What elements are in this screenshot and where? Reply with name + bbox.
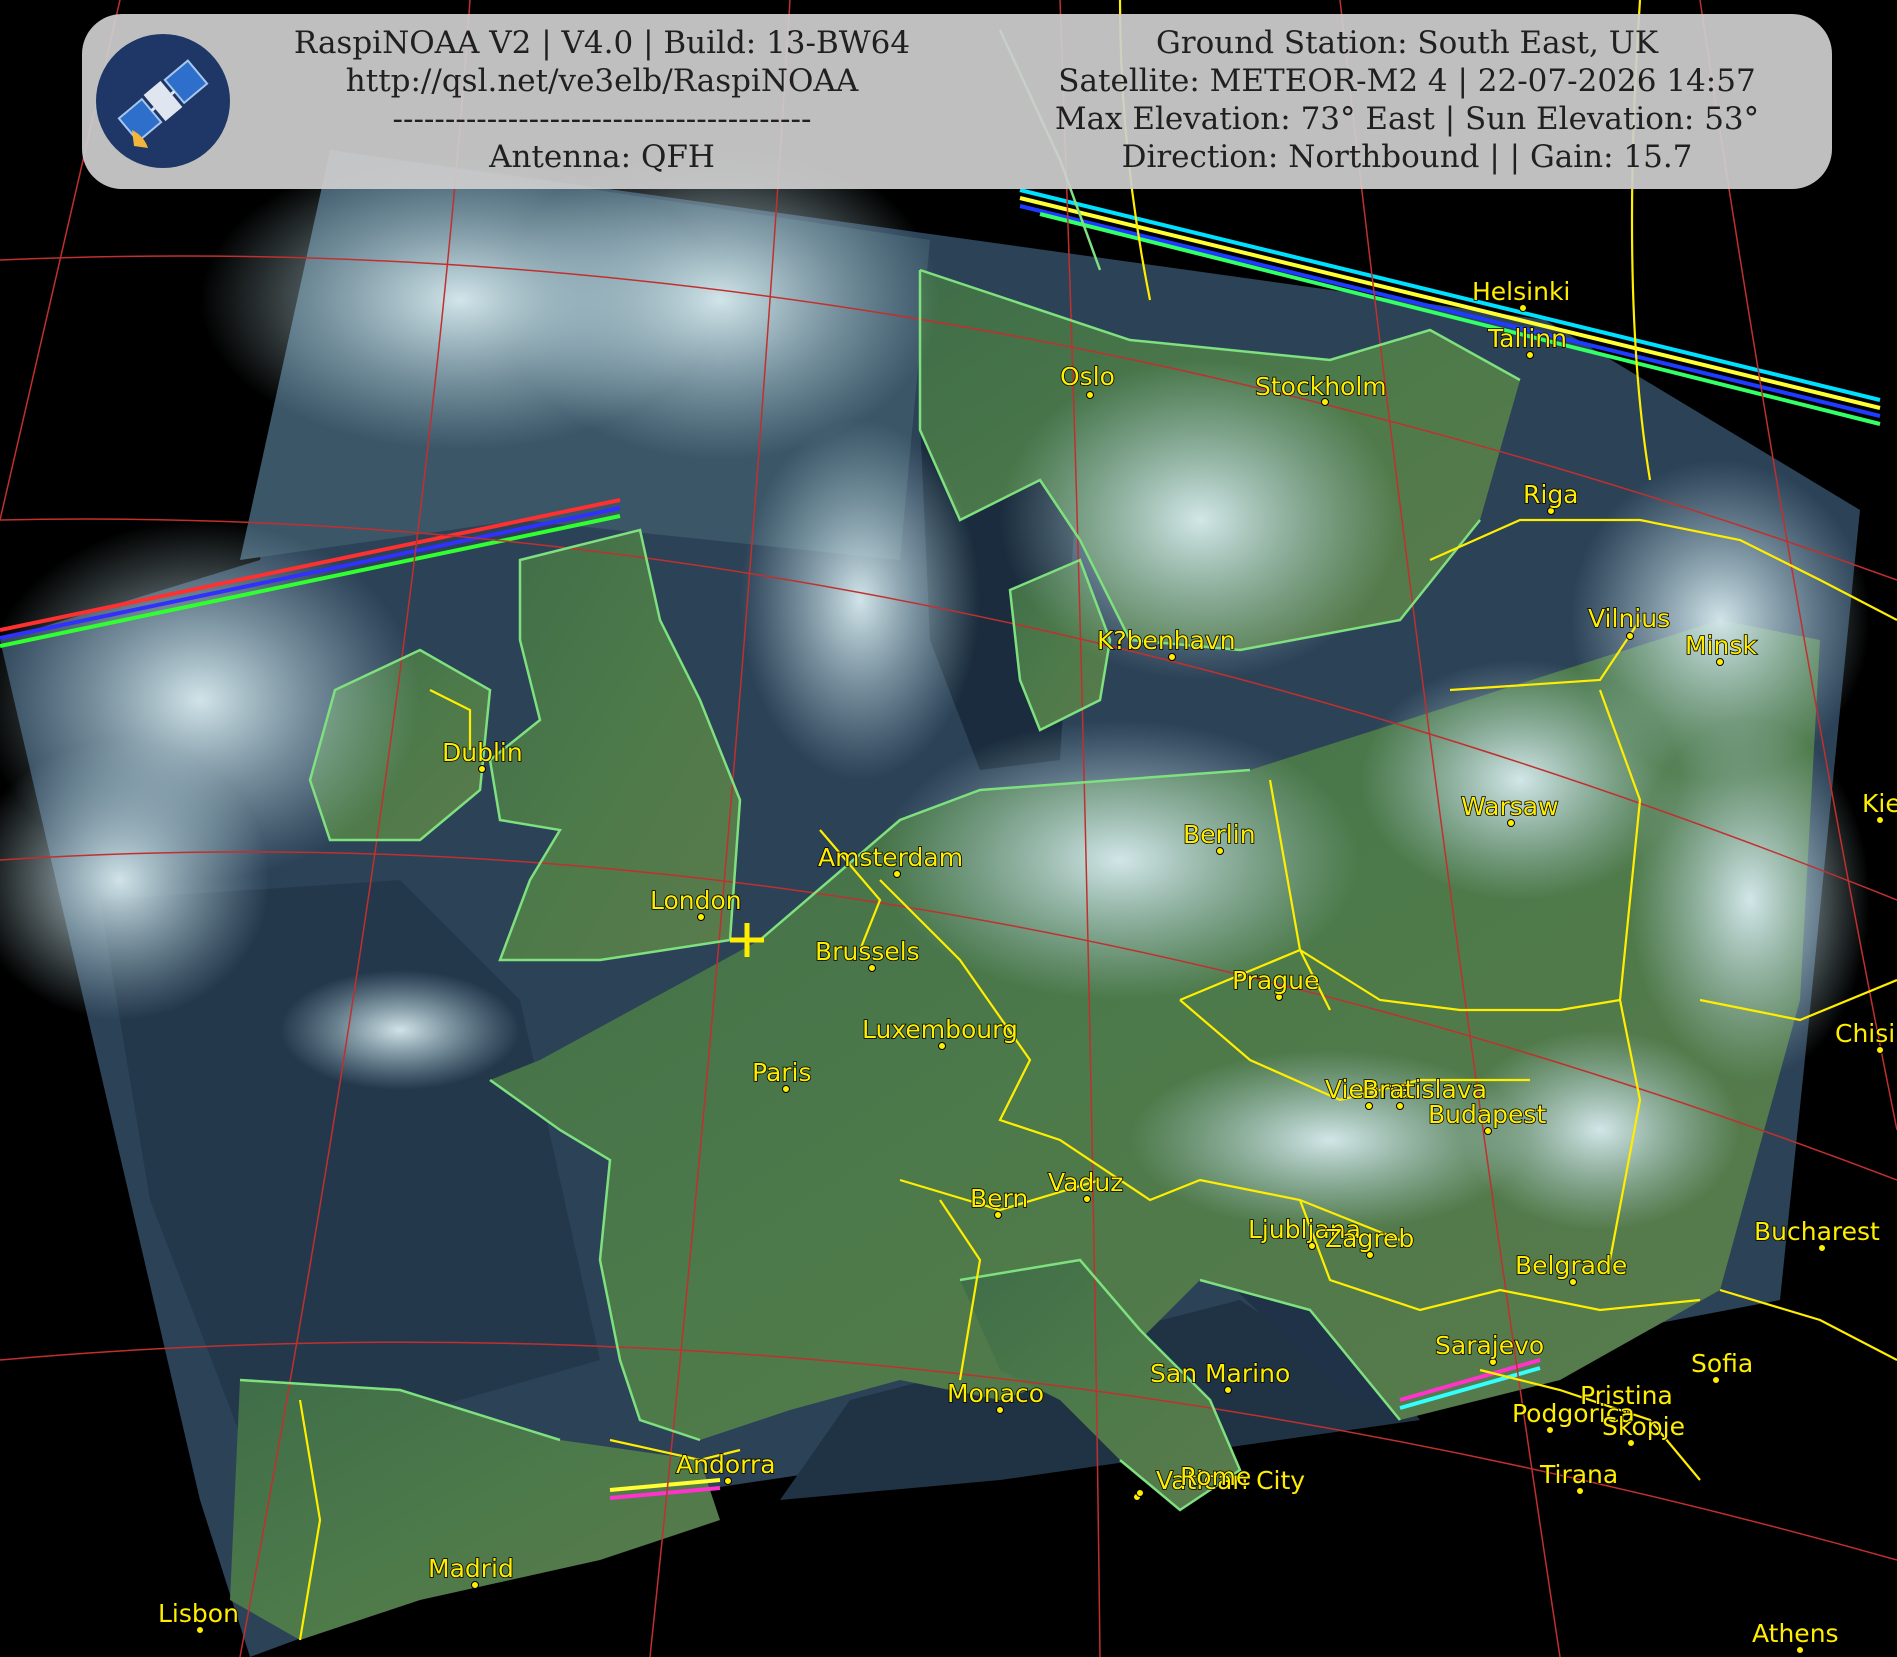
antenna-info: Antenna: QFH xyxy=(489,139,715,175)
city-label-kiev: Kiev xyxy=(1862,789,1897,818)
city-label-london: London xyxy=(650,886,742,915)
city-label-brussels: Brussels xyxy=(815,937,920,966)
city-label-vaduz: Vaduz xyxy=(1048,1168,1123,1197)
city-label-lisbon: Lisbon xyxy=(158,1599,239,1628)
city-dot-rome xyxy=(1136,1489,1144,1497)
city-dot-oslo xyxy=(1086,391,1094,399)
station-info-left: RaspiNOAA V2 | V4.0 | Build: 13-BW64 htt… xyxy=(262,24,942,176)
city-label-bern: Bern xyxy=(970,1184,1028,1213)
city-label-paris: Paris xyxy=(752,1058,812,1087)
city-label-riga: Riga xyxy=(1523,480,1579,509)
city-dot-vilnius xyxy=(1626,632,1634,640)
satellite-map: Oslo Stockholm Helsinki Tallinn Riga Vilnius M… xyxy=(0,0,1897,1657)
city-label-helsinki: Helsinki xyxy=(1472,277,1570,306)
city-label-luxembourg: Luxembourg xyxy=(862,1015,1018,1044)
info-banner: RaspiNOAA V2 | V4.0 | Build: 13-BW64 htt… xyxy=(82,14,1832,189)
city-label-rome: Rome xyxy=(1180,1462,1251,1491)
satellite-info: Satellite: METEOR-M2 4 | 22-07-2026 14:5… xyxy=(1058,63,1756,99)
city-label-minsk: Minsk xyxy=(1685,631,1757,660)
city-label-berlin: Berlin xyxy=(1183,820,1256,849)
city-label-zagreb: Zagreb xyxy=(1325,1224,1414,1253)
city-label-chisinau: Chisinau xyxy=(1835,1019,1897,1048)
pass-info-right: Ground Station: South East, UK Satellite… xyxy=(992,24,1822,176)
city-label-san-marino: San Marino xyxy=(1150,1359,1290,1388)
city-label-tallinn: Tallinn xyxy=(1487,324,1567,353)
city-label-warsaw: Warsaw xyxy=(1461,792,1559,821)
city-label-belgrade: Belgrade xyxy=(1515,1251,1627,1280)
satellite-icon xyxy=(117,59,209,148)
city-label-monaco: Monaco xyxy=(947,1379,1044,1408)
city-label-tirana: Tirana xyxy=(1539,1460,1618,1489)
city-label-sarajevo: Sarajevo xyxy=(1435,1331,1544,1360)
separator-line: ---------------------------------------- xyxy=(392,101,812,137)
city-label-amsterdam: Amsterdam xyxy=(818,843,963,872)
city-label-budapest: Budapest xyxy=(1428,1100,1546,1129)
city-label-andorra: Andorra xyxy=(676,1450,776,1479)
project-url: http://qsl.net/ve3elb/RaspiNOAA xyxy=(345,63,859,99)
software-version: RaspiNOAA V2 | V4.0 | Build: 13-BW64 xyxy=(293,25,911,61)
city-label-madrid: Madrid xyxy=(428,1554,514,1583)
direction-gain-info: Direction: Northbound | | Gain: 15.7 xyxy=(1121,139,1693,175)
city-label-dublin: Dublin xyxy=(442,738,523,767)
ground-station-info: Ground Station: South East, UK xyxy=(1156,25,1658,61)
elevation-info: Max Elevation: 73° East | Sun Elevation:… xyxy=(1054,101,1760,137)
city-label-sofia: Sofia xyxy=(1691,1349,1753,1378)
app-logo xyxy=(96,34,230,168)
city-label-vilnius: Vilnius xyxy=(1588,604,1670,633)
city-label-k-benhavn: K?benhavn xyxy=(1097,626,1236,655)
city-label-oslo: Oslo xyxy=(1060,362,1115,391)
city-label-skopje: Skopje xyxy=(1602,1412,1685,1441)
city-label-stockholm: Stockholm xyxy=(1255,372,1387,401)
city-label-prague: Prague xyxy=(1232,966,1319,995)
city-label-bucharest: Bucharest xyxy=(1754,1217,1880,1246)
city-label-athens: Athens xyxy=(1752,1619,1839,1648)
